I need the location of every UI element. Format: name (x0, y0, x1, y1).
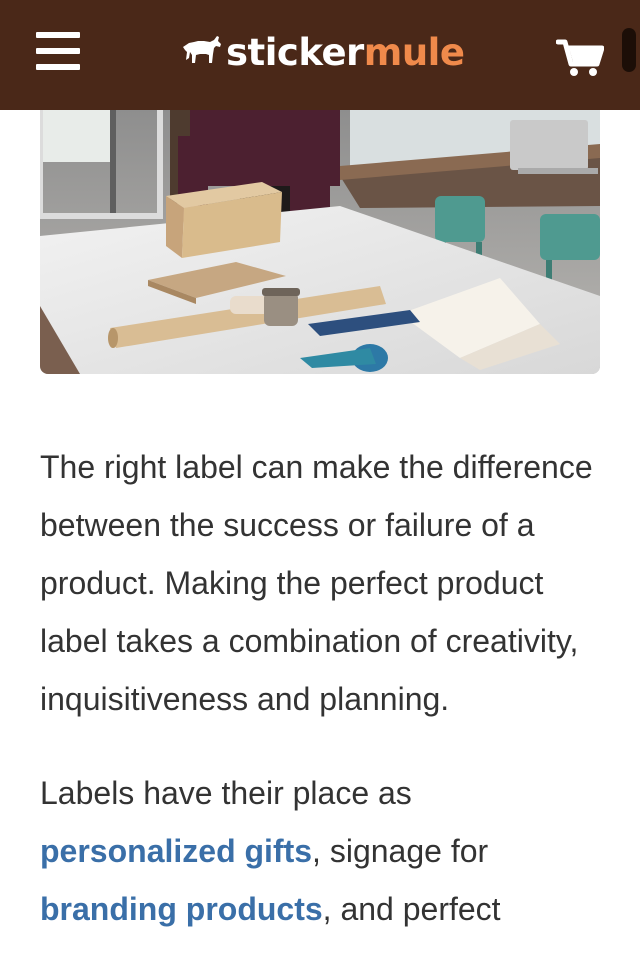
hero-photo (40, 96, 600, 374)
article-content: The right label can make the difference … (40, 438, 610, 938)
scroll-indicator (622, 28, 636, 72)
top-navigation-bar: sticker mule (0, 0, 640, 110)
article-paragraph: The right label can make the difference … (40, 449, 593, 717)
mule-icon (183, 36, 221, 63)
stickermule-logo[interactable]: sticker mule (180, 28, 465, 76)
brand-name-part2: mule (363, 30, 465, 74)
article-paragraph: Labels have their place as personalized … (40, 764, 610, 938)
brand-name-part1: sticker (226, 30, 364, 74)
paragraph-text: , signage for (312, 833, 489, 869)
personalized-gifts-link[interactable]: personalized gifts (40, 833, 312, 869)
paragraph-text: Labels have their place as (40, 775, 412, 811)
paragraph-text: , and perfect (322, 891, 501, 927)
branding-products-link[interactable]: branding products (40, 891, 323, 927)
shopping-cart-icon[interactable] (555, 38, 605, 78)
hamburger-menu-icon[interactable] (36, 32, 82, 72)
